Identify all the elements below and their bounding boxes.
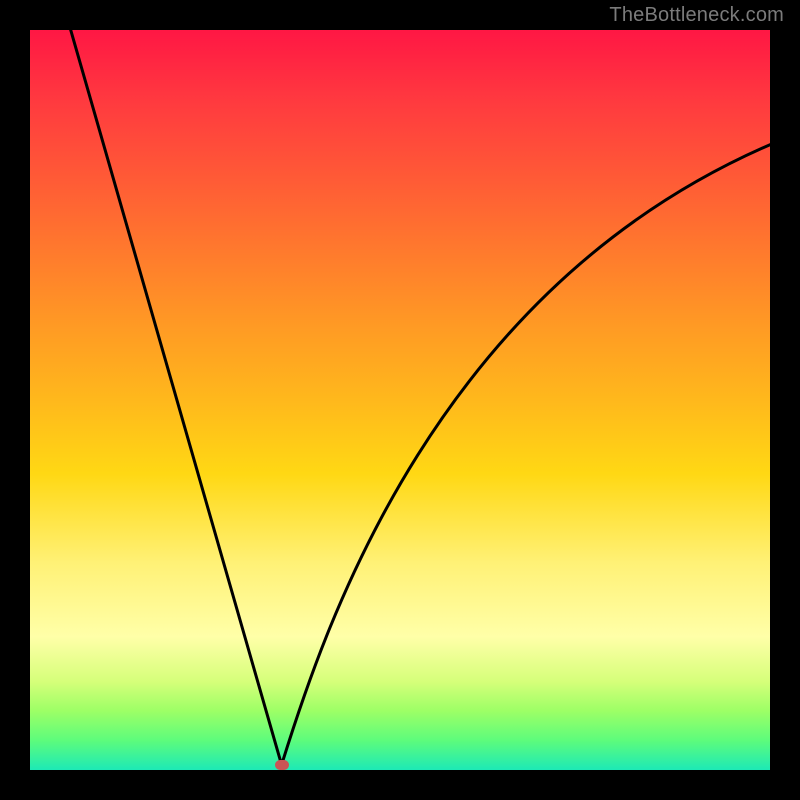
bottleneck-curve	[30, 30, 770, 770]
minimum-marker	[275, 760, 289, 770]
watermark-text: TheBottleneck.com	[609, 4, 784, 27]
plot-area	[30, 30, 770, 770]
chart-frame: TheBottleneck.com	[0, 0, 800, 800]
